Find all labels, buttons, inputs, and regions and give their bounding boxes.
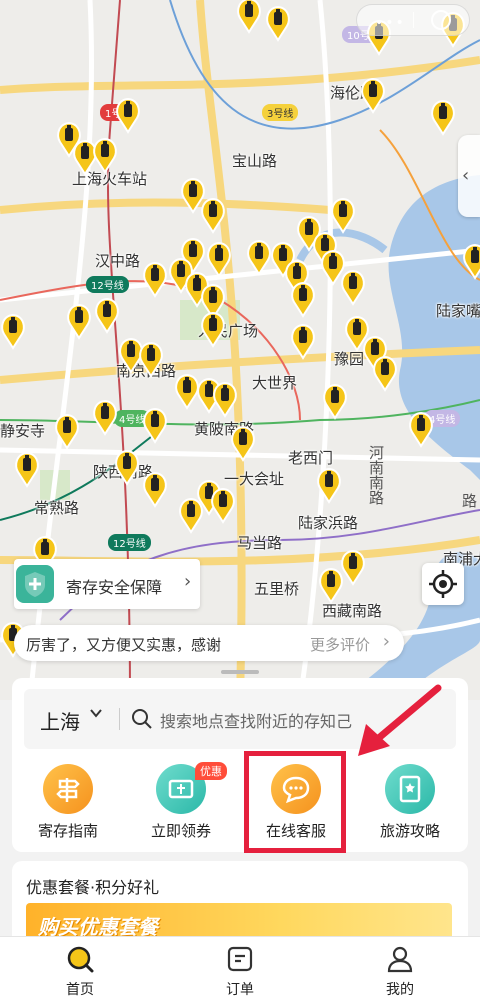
search-divider xyxy=(119,708,120,730)
review-bar[interactable]: 厉害了，又方便又实惠，感谢 更多评价 › xyxy=(14,625,404,661)
locker-pin-icon[interactable] xyxy=(210,486,236,524)
chevron-down-icon xyxy=(90,709,102,718)
locker-pin-icon[interactable] xyxy=(114,448,140,486)
metro-line-badge: 12号线 xyxy=(86,276,129,293)
miniprogram-capsule[interactable]: ••• xyxy=(356,4,470,36)
signpost-icon xyxy=(43,764,93,814)
shortcut-label: 寄存指南 xyxy=(37,822,98,840)
tab-profile[interactable]: 我的 xyxy=(340,937,460,1002)
map-label: 汉中路 xyxy=(95,252,141,270)
safety-guarantee-label: 寄存安全保障 xyxy=(66,578,163,597)
tab-orders[interactable]: 订单 xyxy=(180,937,300,1002)
locker-pin-icon[interactable] xyxy=(178,496,204,534)
map-label: 常熟路 xyxy=(34,499,80,517)
locker-pin-icon[interactable] xyxy=(246,238,272,276)
chevron-left-icon: ‹ xyxy=(462,165,470,186)
road-label: 河南南路 xyxy=(367,445,385,505)
locker-pin-icon[interactable] xyxy=(372,354,398,392)
locker-pin-icon[interactable] xyxy=(236,0,262,34)
locker-pin-icon[interactable] xyxy=(290,322,316,360)
locker-pin-icon[interactable] xyxy=(212,380,238,418)
review-quote: 厉害了，又方便又实惠，感谢 xyxy=(26,636,222,654)
map-label: 大世界 xyxy=(252,374,298,392)
search-input[interactable]: 搜索地点查找附近的存知己 xyxy=(160,708,352,732)
locker-pin-icon[interactable] xyxy=(408,410,434,448)
highlight-box xyxy=(244,751,346,853)
side-expand-tab[interactable]: ‹ xyxy=(458,135,480,217)
crosshair-icon xyxy=(429,570,457,598)
map-label: 老西门 xyxy=(288,449,334,467)
map-label: 陆家浜路 xyxy=(298,514,359,532)
locker-pin-icon[interactable] xyxy=(265,4,291,42)
more-reviews-link[interactable]: 更多评价 xyxy=(310,634,370,655)
map-label: 静安寺 xyxy=(0,422,46,440)
locker-pin-icon[interactable] xyxy=(230,424,256,462)
metro-line-badge: 3号线 xyxy=(262,104,299,121)
locker-pin-icon[interactable] xyxy=(142,260,168,298)
capsule-divider xyxy=(413,12,414,28)
locker-pin-icon[interactable] xyxy=(200,310,226,348)
map-label: 宝山路 xyxy=(232,152,278,170)
locker-pin-icon[interactable] xyxy=(340,268,366,306)
locate-me-button[interactable] xyxy=(422,563,464,605)
guidebook-icon xyxy=(385,764,435,814)
locker-pin-icon[interactable] xyxy=(430,98,456,136)
shield-plus-icon xyxy=(16,565,54,603)
chevron-right-icon: › xyxy=(184,571,192,592)
locker-pin-icon[interactable] xyxy=(94,296,120,334)
locker-pin-icon[interactable] xyxy=(115,96,141,134)
map-label: 五里桥 xyxy=(254,580,300,598)
locker-pin-icon[interactable] xyxy=(0,312,26,350)
locker-pin-icon[interactable] xyxy=(142,406,168,444)
claim-coupon-button[interactable]: 优惠 立即领券 xyxy=(131,762,231,844)
tab-label: 订单 xyxy=(226,982,254,998)
more-dots-icon[interactable]: ••• xyxy=(375,15,406,31)
locker-pin-icon[interactable] xyxy=(462,242,480,280)
tab-label: 我的 xyxy=(386,982,414,998)
locker-pin-icon[interactable] xyxy=(330,196,356,234)
storage-guide-button[interactable]: 寄存指南 xyxy=(18,764,118,844)
shortcut-label: 旅游攻略 xyxy=(379,822,440,840)
chevron-right-icon: › xyxy=(382,631,390,652)
locker-pin-icon[interactable] xyxy=(54,412,80,450)
close-target-icon[interactable] xyxy=(431,10,451,30)
tab-home[interactable]: 首页 xyxy=(20,937,140,1002)
locker-pin-icon[interactable] xyxy=(142,470,168,508)
city-selector[interactable]: 上海 xyxy=(40,706,80,735)
map-label: 陆家嘴 xyxy=(436,302,480,320)
order-icon xyxy=(227,946,253,972)
tab-label: 首页 xyxy=(66,982,94,998)
locker-pin-icon[interactable] xyxy=(290,280,316,318)
sheet-drag-handle[interactable] xyxy=(221,670,259,674)
shortcut-label: 立即领券 xyxy=(150,822,211,840)
travel-guide-button[interactable]: 旅游攻略 xyxy=(360,764,460,844)
map-label: 马当路 xyxy=(237,534,283,552)
search-icon xyxy=(132,709,152,729)
locker-pin-icon[interactable] xyxy=(322,382,348,420)
search-home-icon xyxy=(67,946,94,973)
locker-pin-icon[interactable] xyxy=(92,398,118,436)
discount-badge: 优惠 xyxy=(195,762,227,780)
locker-pin-icon[interactable] xyxy=(92,136,118,174)
highlight-arrow-icon xyxy=(358,684,442,756)
bottom-tab-bar: 首页 订单 我的 xyxy=(0,936,480,1002)
profile-icon xyxy=(387,946,413,973)
locker-pin-icon[interactable] xyxy=(138,340,164,378)
locker-pin-icon[interactable] xyxy=(66,302,92,340)
safety-guarantee-banner[interactable]: 寄存安全保障 › xyxy=(14,559,200,609)
road-label: 路 xyxy=(462,492,478,510)
locker-pin-icon[interactable] xyxy=(360,76,386,114)
locker-pin-icon[interactable] xyxy=(14,450,40,488)
locker-pin-icon[interactable] xyxy=(318,566,344,604)
locker-pin-icon[interactable] xyxy=(316,466,342,504)
locker-pin-icon[interactable] xyxy=(200,196,226,234)
promo-title: 优惠套餐·积分好礼 xyxy=(26,878,160,897)
metro-line-badge: 12号线 xyxy=(108,534,151,551)
